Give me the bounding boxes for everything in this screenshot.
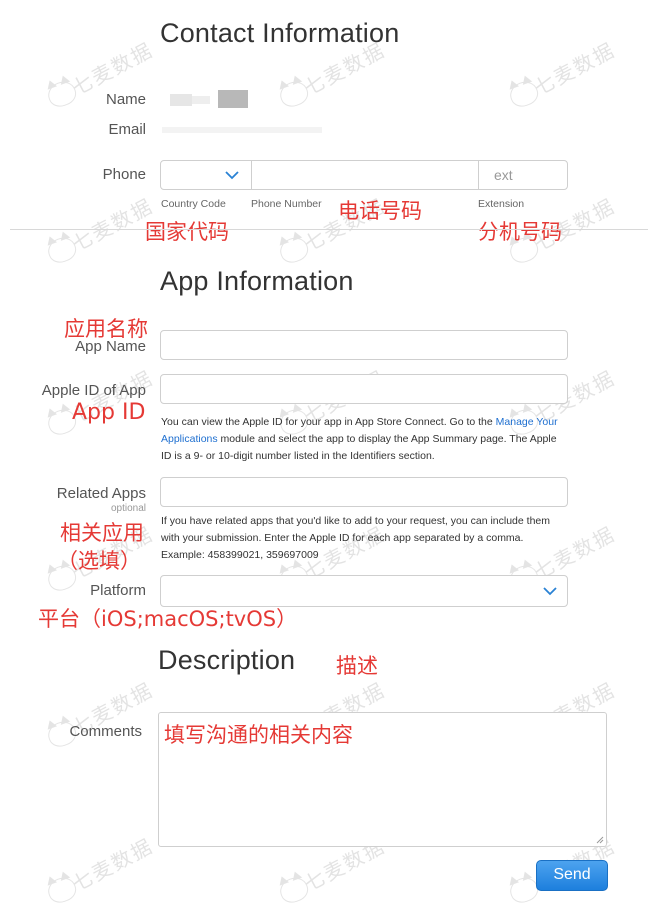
watermark-cat-icon: [276, 233, 312, 267]
app-section-title: App Information: [160, 266, 354, 296]
related-apps-help: If you have related apps that you'd like…: [161, 515, 550, 561]
watermark-text: 七麦数据: [68, 833, 158, 897]
watermark-logo: 七麦数据: [276, 834, 389, 907]
app-name-input[interactable]: [160, 330, 568, 360]
phone-label: Phone: [102, 166, 146, 183]
phone-number-note: Phone Number: [251, 198, 322, 210]
annotation-optional: （选填）: [57, 549, 141, 573]
watermark-text: 七麦数据: [68, 193, 158, 257]
comments-textarea[interactable]: 填写沟通的相关内容: [158, 712, 607, 847]
watermark-cat-icon: [276, 77, 312, 111]
country-code-note: Country Code: [161, 198, 226, 210]
name-value-redacted: [162, 90, 250, 108]
resize-handle-icon[interactable]: [595, 835, 604, 844]
name-label: Name: [105, 91, 146, 108]
annotation-platform: 平台（iOS;macOS;tvOS）: [38, 607, 298, 631]
comments-label: Comments: [69, 723, 142, 740]
watermark-cat-icon: [506, 77, 542, 111]
country-code-select[interactable]: [161, 161, 252, 189]
email-label: Email: [108, 121, 146, 138]
watermark-cat-icon: [44, 233, 80, 267]
send-button[interactable]: Send: [536, 860, 608, 891]
watermark-logo: 七麦数据: [44, 834, 157, 907]
annotation-description: 描述: [336, 654, 378, 678]
watermark-logo: 七麦数据: [506, 38, 619, 111]
extension-note: Extension: [478, 198, 525, 210]
apple-id-help: You can view the Apple ID for your app i…: [161, 416, 558, 462]
annotation-app-id: App ID: [72, 400, 146, 425]
chevron-down-icon: [543, 587, 557, 596]
watermark-text: 七麦数据: [530, 37, 620, 101]
apple-id-label: Apple ID of App: [41, 382, 146, 399]
watermark-logo: 七麦数据: [276, 194, 389, 267]
phone-field-group: ext: [160, 160, 568, 190]
annotation-country-code: 国家代码: [145, 220, 229, 244]
annotation-related-apps: 相关应用: [60, 521, 144, 545]
related-apps-label: Related Apps: [56, 485, 146, 502]
contact-section-title: Contact Information: [160, 18, 400, 48]
chevron-down-icon: [225, 171, 239, 180]
section-divider: [10, 229, 648, 230]
watermark-logo: 七麦数据: [276, 38, 389, 111]
related-apps-input[interactable]: [160, 477, 568, 507]
annotation-phone-number: 电话号码: [338, 199, 422, 223]
description-section-title: Description: [158, 645, 296, 675]
watermark-logo: 七麦数据: [44, 194, 157, 267]
extension-placeholder: ext: [494, 167, 513, 183]
extension-input[interactable]: ext: [479, 161, 567, 189]
watermark-cat-icon: [276, 873, 312, 907]
annotation-extension: 分机号码: [478, 220, 562, 244]
annotation-comments: 填写沟通的相关内容: [164, 723, 353, 747]
email-value-redacted: [162, 127, 322, 133]
app-name-label: App Name: [75, 338, 146, 355]
platform-label: Platform: [90, 582, 146, 599]
watermark-cat-icon: [44, 873, 80, 907]
apple-id-input[interactable]: [160, 374, 568, 404]
related-apps-optional: optional: [110, 503, 146, 514]
phone-number-input[interactable]: [252, 161, 479, 189]
